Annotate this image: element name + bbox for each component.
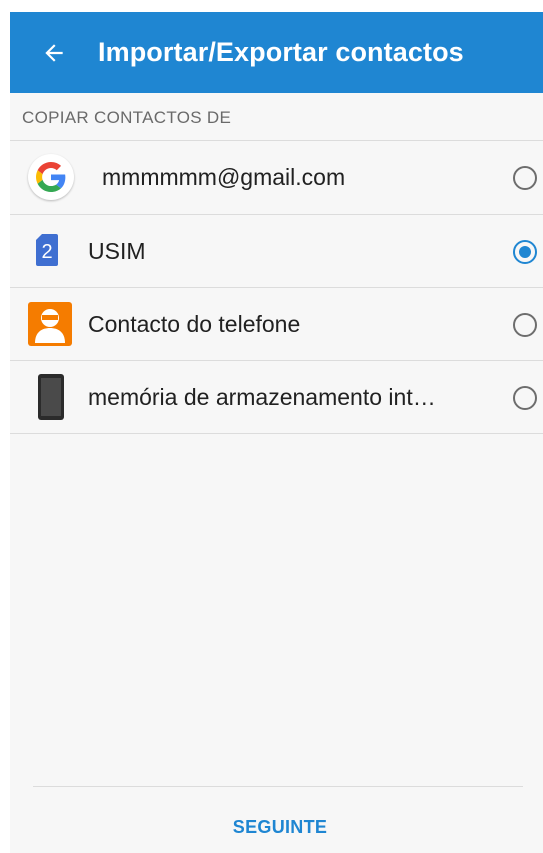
source-label: Contacto do telefone [88,311,301,337]
source-row-storage[interactable]: memória de armazenamento int… [10,362,543,434]
divider [10,214,543,215]
source-row-usim[interactable]: 2 USIM [10,216,543,288]
footer-divider [33,786,523,787]
divider [10,287,543,288]
radio-selected-dot [519,246,531,258]
radio-storage[interactable] [513,386,537,410]
google-icon [28,154,74,200]
divider [10,140,543,141]
source-row-phone[interactable]: Contacto do telefone [10,289,543,361]
svg-text:2: 2 [41,241,52,263]
divider [10,360,543,361]
section-header: COPIAR CONTACTOS DE [22,108,232,127]
next-button[interactable]: SEGUINTE [210,807,350,847]
screen: Importar/Exportar contactos COPIAR CONTA… [10,12,543,853]
back-button[interactable] [32,31,76,75]
radio-phone[interactable] [513,313,537,337]
radio-google[interactable] [513,166,537,190]
page-title: Importar/Exportar contactos [98,37,464,67]
source-label: mmmmmm@gmail.com [102,164,346,190]
source-row-google[interactable]: mmmmmm@gmail.com [10,142,543,214]
divider [10,433,543,434]
arrow-left-icon [45,43,63,62]
source-label: USIM [88,238,146,264]
radio-usim[interactable] [513,240,537,264]
phone-contact-icon [28,302,72,346]
device-storage-icon [38,374,64,420]
sim-2-icon: 2 [36,234,58,266]
source-label: memória de armazenamento int… [88,384,436,410]
app-bar: Importar/Exportar contactos [10,12,543,93]
